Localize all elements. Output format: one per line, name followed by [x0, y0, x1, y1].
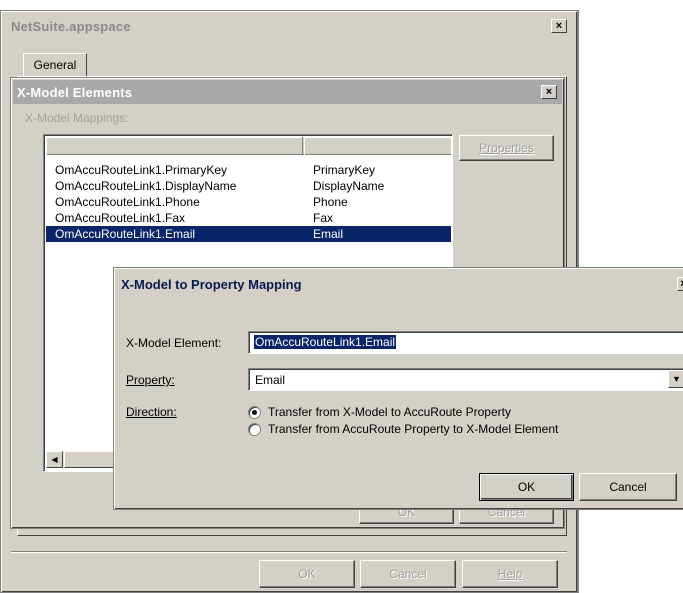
radio-unselected-icon — [248, 423, 261, 436]
outer-help-button[interactable]: Help — [462, 560, 558, 588]
row-element: OmAccuRouteLink1.Fax — [55, 211, 186, 225]
xmodel-mappings-label: X-Model Mappings: — [25, 111, 129, 125]
element-field-value: OmAccuRouteLink1.Email — [254, 335, 397, 349]
xmodel-close-button[interactable]: × — [541, 85, 557, 99]
property-label: Property: — [126, 373, 175, 387]
direction-option-xmodel-to-property[interactable]: Transfer from X-Model to AccuRoute Prope… — [248, 404, 668, 420]
outer-title: NetSuite.appspace — [11, 19, 131, 34]
separator — [11, 551, 567, 553]
row-element: OmAccuRouteLink1.Phone — [55, 195, 200, 209]
close-icon: × — [555, 20, 563, 32]
list-item-selected[interactable]: OmAccuRouteLink1.Email Email — [46, 226, 451, 242]
list-header — [46, 137, 451, 155]
outer-close-button[interactable]: × — [551, 19, 567, 33]
column-header-element[interactable] — [46, 137, 303, 155]
arrow-left-icon: ◀ — [51, 455, 58, 464]
row-element: OmAccuRouteLink1.Email — [55, 227, 196, 241]
properties-label: Properties — [479, 141, 534, 155]
mapping-cancel-label: Cancel — [609, 480, 647, 494]
row-property: Phone — [313, 195, 348, 209]
xmodel-title: X-Model Elements — [17, 85, 133, 100]
tab-general[interactable]: General — [23, 53, 87, 77]
outer-help-label: Help — [497, 567, 523, 581]
row-property: PrimaryKey — [313, 163, 376, 177]
row-property: Email — [313, 227, 344, 241]
scroll-left-button[interactable]: ◀ — [46, 451, 63, 468]
mapping-ok-label: OK — [517, 480, 536, 494]
row-property: Fax — [313, 211, 334, 225]
properties-button[interactable]: Properties — [459, 135, 554, 161]
direction-option-property-to-xmodel[interactable]: Transfer from AccuRoute Property to X-Mo… — [248, 421, 683, 437]
mapping-title: X-Model to Property Mapping — [121, 277, 302, 292]
outer-title-bar: NetSuite.appspace — [3, 13, 576, 39]
property-mapping-dialog: X-Model to Property Mapping × X-Model El… — [113, 267, 683, 510]
element-field[interactable]: OmAccuRouteLink1.Email — [248, 331, 683, 354]
property-select[interactable]: Email ▼ — [248, 368, 683, 391]
tab-general-label: General — [33, 58, 77, 72]
outer-cancel-label: Cancel — [389, 567, 427, 581]
list-item[interactable]: OmAccuRouteLink1.Phone Phone — [46, 194, 451, 210]
list-item[interactable]: OmAccuRouteLink1.DisplayName DisplayName — [46, 178, 451, 194]
row-element: OmAccuRouteLink1.DisplayName — [55, 179, 237, 193]
element-label: X-Model Element: — [126, 336, 222, 350]
property-label-text: Property: — [126, 373, 175, 387]
radio-selected-icon — [248, 406, 261, 419]
dropdown-button[interactable]: ▼ — [668, 370, 683, 388]
direction-label-text: Direction: — [126, 405, 177, 419]
close-icon: × — [545, 86, 553, 98]
mapping-ok-button[interactable]: OK — [479, 473, 574, 501]
list-item[interactable]: OmAccuRouteLink1.PrimaryKey PrimaryKey — [46, 162, 451, 178]
outer-cancel-button[interactable]: Cancel — [360, 560, 456, 588]
mapping-cancel-button[interactable]: Cancel — [579, 473, 677, 501]
row-property: DisplayName — [313, 179, 385, 193]
list-rows: OmAccuRouteLink1.PrimaryKey PrimaryKey O… — [46, 162, 451, 252]
chevron-down-icon: ▼ — [672, 374, 681, 384]
row-element: OmAccuRouteLink1.PrimaryKey — [55, 163, 228, 177]
direction-label: Direction: — [126, 405, 177, 419]
property-select-value: Email — [255, 373, 286, 387]
xmodel-title-bar: X-Model Elements — [13, 80, 562, 104]
column-header-property[interactable] — [304, 137, 451, 155]
option1-label: Transfer from X-Model to AccuRoute Prope… — [268, 405, 511, 419]
mapping-title-bar: X-Model to Property Mapping — [116, 270, 683, 298]
outer-ok-label: OK — [298, 567, 316, 581]
outer-ok-button[interactable]: OK — [259, 560, 355, 588]
option2-label: Transfer from AccuRoute Property to X-Mo… — [268, 422, 559, 436]
list-item[interactable]: OmAccuRouteLink1.Fax Fax — [46, 210, 451, 226]
mapping-close-button[interactable]: × — [677, 277, 683, 291]
